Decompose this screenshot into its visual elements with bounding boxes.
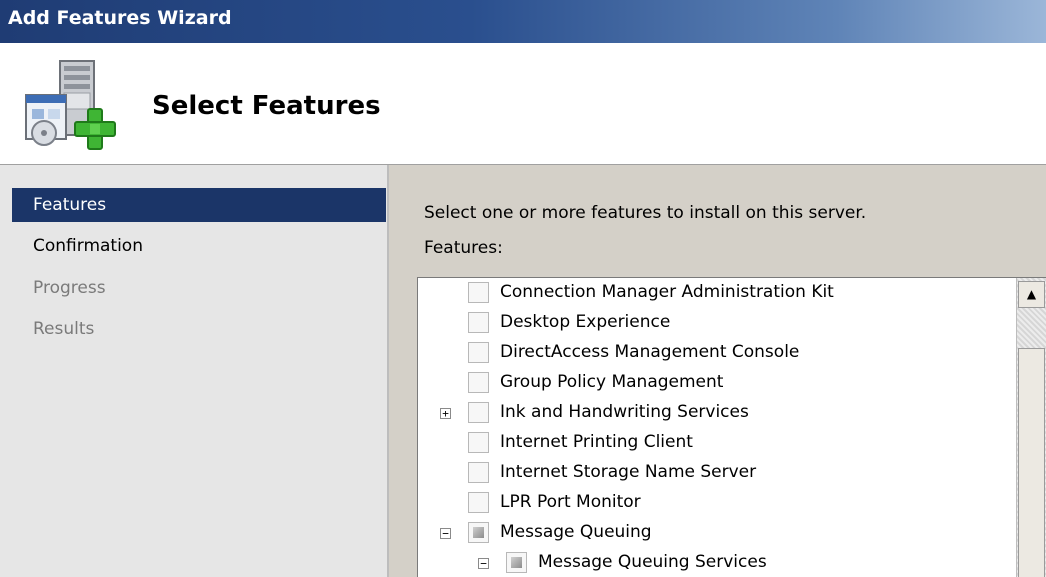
features-label: Features:: [424, 238, 503, 258]
server-add-icon: [25, 60, 116, 150]
scroll-thumb[interactable]: [1018, 348, 1045, 577]
feature-label: LPR Port Monitor: [500, 492, 641, 512]
vertical-scrollbar[interactable]: ▲: [1016, 278, 1046, 577]
scroll-up-arrow-icon[interactable]: ▲: [1018, 281, 1045, 308]
tree-item[interactable]: Internet Printing Client: [418, 430, 1014, 460]
title-bar: Add Features Wizard: [0, 0, 1046, 43]
feature-checkbox[interactable]: [468, 522, 489, 543]
tree-item[interactable]: − Message Queuing: [418, 520, 1014, 550]
feature-checkbox[interactable]: [468, 372, 489, 393]
feature-label: Internet Printing Client: [500, 432, 693, 452]
tree-item[interactable]: Group Policy Management: [418, 370, 1014, 400]
nav-item-features[interactable]: Features: [12, 188, 386, 222]
wizard-header: Select Features: [0, 43, 1046, 165]
tree-item[interactable]: Internet Storage Name Server: [418, 460, 1014, 490]
feature-label: Connection Manager Administration Kit: [500, 282, 834, 302]
feature-checkbox[interactable]: [468, 432, 489, 453]
feature-label: Ink and Handwriting Services: [500, 402, 749, 422]
feature-checkbox[interactable]: [468, 282, 489, 303]
feature-checkbox[interactable]: [468, 342, 489, 363]
feature-checkbox[interactable]: [468, 312, 489, 333]
feature-label: Message Queuing: [500, 522, 652, 542]
wizard-steps-pane: Features Confirmation Progress Results: [0, 165, 389, 577]
page-title: Select Features: [152, 91, 381, 121]
tree-item[interactable]: DirectAccess Management Console: [418, 340, 1014, 370]
collapse-minus-icon[interactable]: −: [478, 558, 489, 569]
nav-item-confirmation[interactable]: Confirmation: [12, 229, 386, 263]
tree-item[interactable]: Desktop Experience: [418, 310, 1014, 340]
window-title: Add Features Wizard: [8, 7, 232, 29]
expand-plus-icon[interactable]: +: [440, 408, 451, 419]
tree-item[interactable]: LPR Port Monitor: [418, 490, 1014, 520]
feature-label: Desktop Experience: [500, 312, 671, 332]
features-tree[interactable]: Connection Manager Administration Kit De…: [417, 277, 1046, 577]
feature-checkbox[interactable]: [468, 402, 489, 423]
instruction-text: Select one or more features to install o…: [424, 203, 867, 223]
tree-item[interactable]: Connection Manager Administration Kit: [418, 280, 1014, 310]
feature-label: Group Policy Management: [500, 372, 724, 392]
feature-checkbox[interactable]: [468, 492, 489, 513]
content-pane: Select one or more features to install o…: [389, 165, 1046, 577]
tree-item[interactable]: + Ink and Handwriting Services: [418, 400, 1014, 430]
feature-label: DirectAccess Management Console: [500, 342, 800, 362]
feature-checkbox[interactable]: [506, 552, 527, 573]
nav-item-results: Results: [33, 319, 95, 339]
tree-item[interactable]: − Message Queuing Services: [418, 550, 1014, 577]
feature-label: Message Queuing Services: [538, 552, 767, 572]
nav-item-progress: Progress: [33, 278, 106, 298]
feature-checkbox[interactable]: [468, 462, 489, 483]
collapse-minus-icon[interactable]: −: [440, 528, 451, 539]
feature-label: Internet Storage Name Server: [500, 462, 757, 482]
